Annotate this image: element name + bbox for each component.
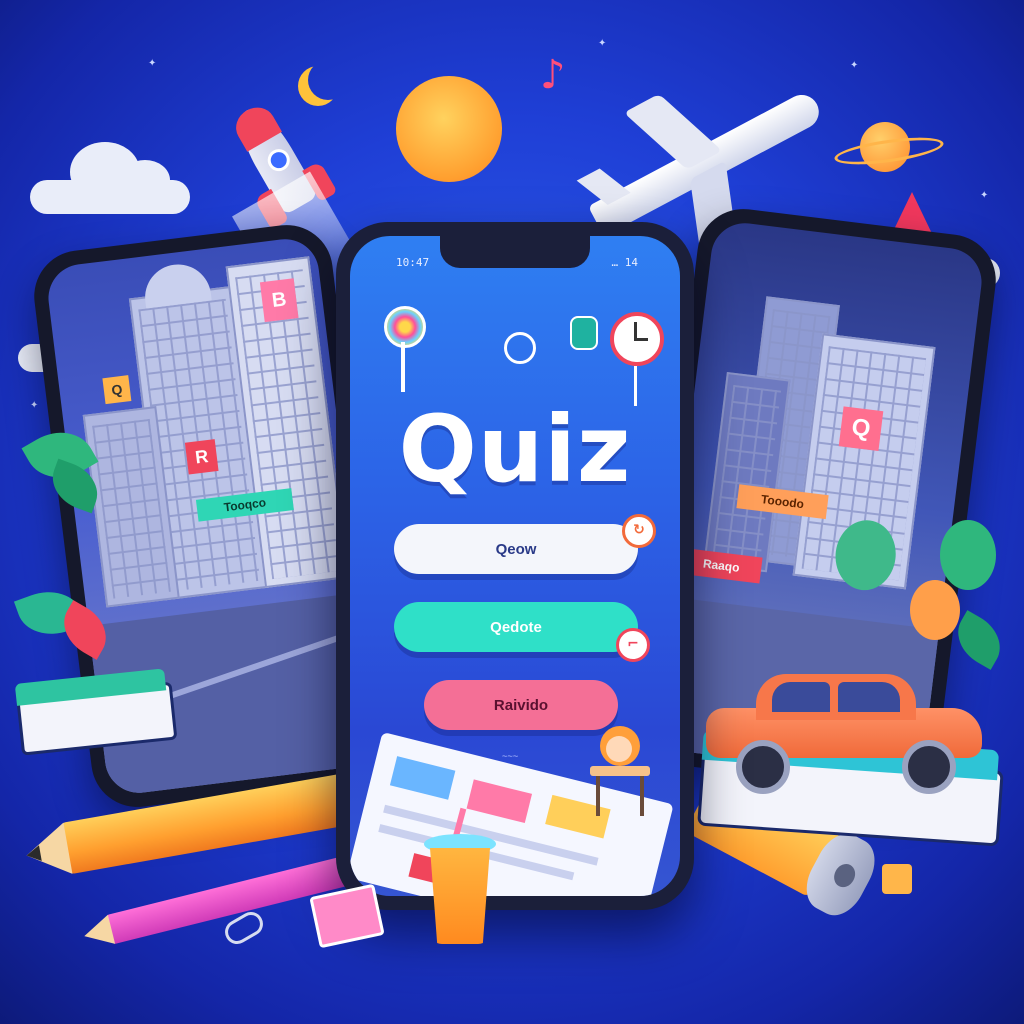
music-note-icon: ♪	[540, 52, 566, 98]
plant	[13, 581, 117, 670]
answer-button-3[interactable]: Raivido	[424, 680, 618, 730]
sign: Q	[838, 406, 884, 451]
sign: Q	[102, 375, 132, 405]
plant	[910, 520, 1011, 700]
chat-bubble-icon	[504, 332, 536, 364]
sun-icon	[396, 76, 502, 182]
lollipop-icon	[384, 306, 426, 396]
answer-button-2[interactable]: Qedote	[394, 602, 638, 652]
timer-badge: ↻	[622, 514, 656, 548]
sign: B	[259, 278, 299, 323]
sign: R	[184, 439, 219, 475]
quiz-screen: 10:47 … 14 Quiz Qeow ↻ Qedote ⌐ Raivido …	[350, 236, 680, 896]
star-icon: ✦	[30, 400, 39, 411]
cube-icon	[882, 864, 912, 894]
status-battery: … 14	[611, 256, 639, 269]
caption: ~~~	[502, 752, 519, 762]
status-time: 10:47	[396, 256, 430, 269]
moon-icon	[308, 60, 348, 100]
candy-icon	[570, 316, 598, 350]
timer-badge: ⌐	[616, 628, 650, 662]
student-figure	[586, 726, 656, 816]
quiz-title: Quiz	[398, 396, 632, 503]
phone-notch	[440, 236, 590, 268]
star-icon: ✦	[148, 58, 157, 69]
plant	[21, 418, 106, 520]
cup-icon	[420, 807, 500, 948]
quiz-phone: 10:47 … 14 Quiz Qeow ↻ Qedote ⌐ Raivido …	[336, 222, 694, 910]
star-icon: ✦	[598, 38, 607, 49]
star-icon: ✦	[850, 60, 859, 71]
book-icon	[14, 668, 178, 756]
star-icon: ✦	[980, 190, 989, 201]
answer-button-1[interactable]: Qeow	[394, 524, 638, 574]
